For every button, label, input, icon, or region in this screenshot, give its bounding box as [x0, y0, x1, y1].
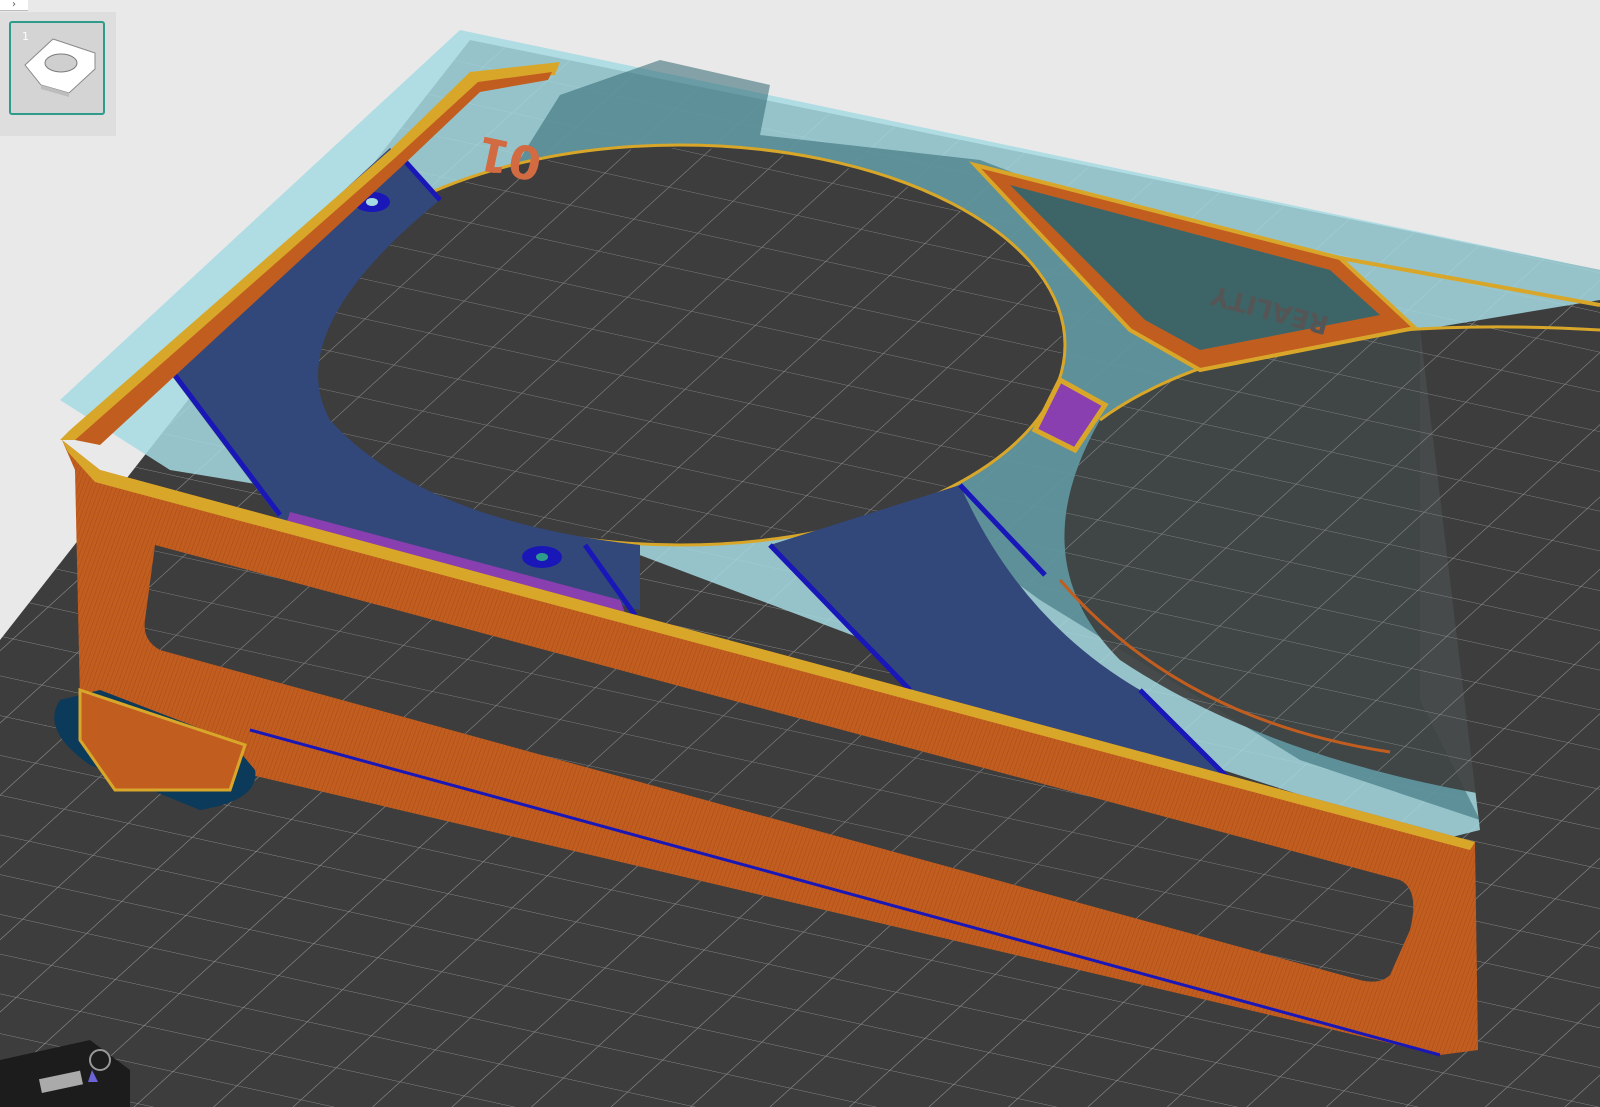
sliced-model-canvas[interactable]: 01 REALITY — [0, 0, 1600, 1107]
3d-preview-viewport[interactable]: 01 REALITY — [0, 0, 1600, 1107]
chevron-icon[interactable]: › — [0, 0, 28, 11]
plate-thumbnail-index: 1 — [22, 30, 29, 43]
plate-thumbnail-icon[interactable]: 1 — [9, 21, 105, 115]
plate-list-panel: 1 — [0, 12, 116, 136]
